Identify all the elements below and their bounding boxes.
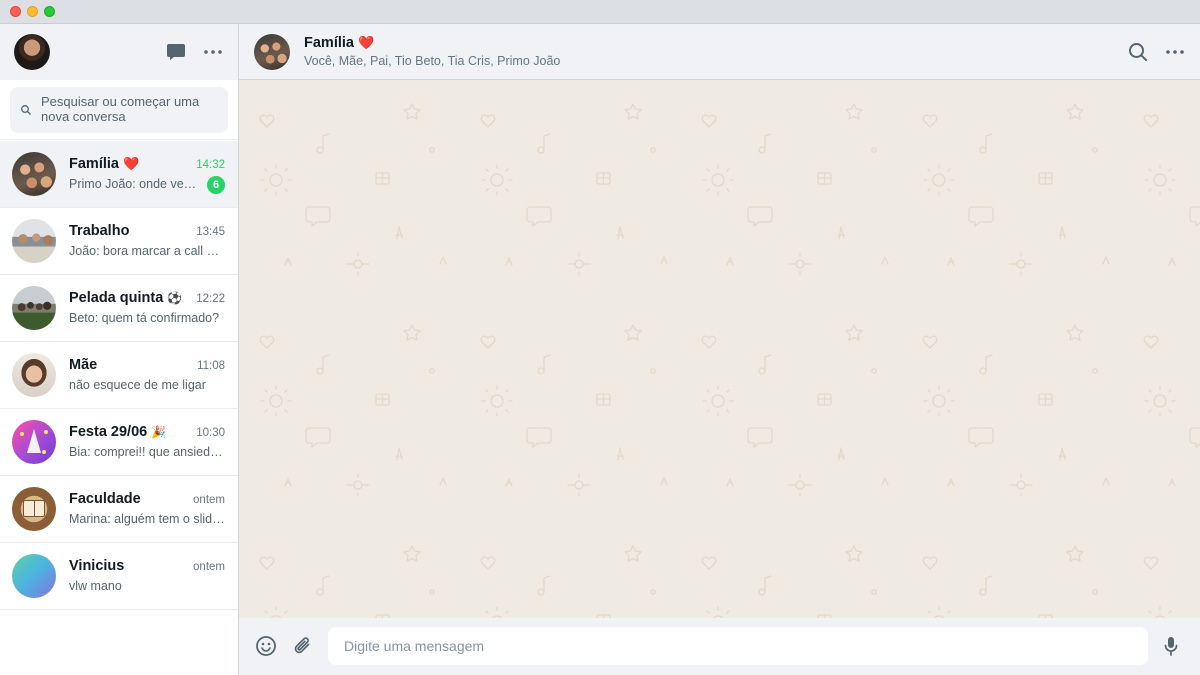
window-titlebar (0, 0, 1200, 24)
sidebar: Pesquisar ou começar uma nova conversa F… (0, 24, 239, 675)
chat-preview: Primo João: onde vem mais gente? (69, 177, 202, 191)
close-window-button[interactable] (10, 6, 21, 17)
menu-dots-icon (204, 50, 222, 54)
chat-name-text: Festa 29/06 (69, 424, 148, 440)
avatar (12, 353, 56, 397)
heart-emoji: ❤️ (358, 35, 375, 50)
message-input[interactable] (328, 627, 1148, 665)
chat-time: 11:08 (197, 360, 225, 372)
search-placeholder: Pesquisar ou começar uma nova conversa (41, 94, 200, 124)
confetti-dot (20, 432, 24, 436)
menu-dots-icon (1166, 50, 1184, 54)
conversation-menu-button[interactable] (1163, 40, 1187, 64)
group-avatar[interactable] (254, 34, 290, 70)
search-icon (21, 105, 31, 115)
chat-time: 13:45 (196, 226, 225, 238)
chat-icon (167, 44, 185, 60)
chat-name: Trabalho (69, 223, 130, 239)
chat-list: Família ❤️ 14:32 Primo João: onde vem ma… (0, 141, 238, 610)
my-profile-avatar[interactable] (14, 34, 50, 70)
conversation-title-text: Família (304, 35, 354, 51)
search-input[interactable]: Pesquisar ou começar uma nova conversa (10, 87, 228, 133)
mic-icon (1164, 637, 1178, 656)
attach-button[interactable] (291, 634, 315, 658)
sidebar-header (0, 24, 238, 80)
emoji-button[interactable] (254, 634, 278, 658)
chat-name: Família ❤️ (69, 156, 139, 172)
chat-name: Vinicius (69, 558, 125, 574)
chat-time: ontem (193, 494, 225, 506)
minimize-window-button[interactable] (27, 6, 38, 17)
chat-item-faculdade[interactable]: Faculdade ontem Marina: alguém tem o sli… (0, 476, 238, 543)
party-hat-icon (27, 429, 41, 453)
chat-time: ontem (193, 561, 225, 573)
chat-item-trabalho[interactable]: Trabalho 13:45 João: bora marcar a call … (0, 208, 238, 275)
avatar (12, 152, 56, 196)
chat-item-mae[interactable]: Mãe 11:08 não esquece de me ligar (0, 342, 238, 409)
search-messages-button[interactable] (1126, 40, 1150, 64)
message-composer (239, 618, 1200, 675)
chat-name-text: Pelada quinta (69, 290, 164, 306)
chat-name-text: Família (69, 156, 119, 172)
party-emoji: 🎉 (151, 425, 167, 439)
chat-item-familia[interactable]: Família ❤️ 14:32 Primo João: onde vem ma… (0, 141, 238, 208)
avatar (12, 286, 56, 330)
conversation-panel: Família ❤️ Você, Mãe, Pai, Tio Beto, Tia… (239, 24, 1200, 675)
search-icon (1129, 43, 1147, 61)
chat-preview: Beto: quem tá confirmado? (69, 311, 220, 325)
chat-name: Pelada quinta ⚽ (69, 290, 182, 306)
voice-message-button[interactable] (1159, 634, 1183, 658)
new-chat-button[interactable] (164, 40, 188, 64)
chat-preview: vlw mano (69, 579, 122, 593)
wallpaper-doodle-pattern (239, 80, 1200, 618)
chat-preview: João: bora marcar a call amanhã? (69, 244, 226, 258)
chat-name: Festa 29/06 🎉 (69, 424, 166, 440)
chat-preview: Bia: comprei!! que ansiedade (69, 445, 226, 459)
avatar (12, 420, 56, 464)
chat-preview: Marina: alguém tem o slide da aula? (69, 512, 226, 526)
avatar (12, 219, 56, 263)
unread-badge: 6 (207, 176, 225, 194)
confetti-dot (44, 430, 48, 434)
chat-wallpaper (239, 80, 1200, 618)
heart-emoji: ❤️ (123, 156, 140, 171)
chat-time: 12:22 (196, 293, 225, 305)
avatar (12, 487, 56, 531)
chat-time: 10:30 (196, 427, 225, 439)
search-area: Pesquisar ou começar uma nova conversa (0, 80, 238, 140)
chat-time: 14:32 (196, 159, 225, 171)
group-members: Você, Mãe, Pai, Tio Beto, Tia Cris, Prim… (304, 54, 561, 68)
conversation-header[interactable]: Família ❤️ Você, Mãe, Pai, Tio Beto, Tia… (239, 24, 1200, 80)
conversation-title[interactable]: Família ❤️ (304, 35, 374, 51)
zoom-window-button[interactable] (44, 6, 55, 17)
chat-item-vinicius[interactable]: Vinicius ontem vlw mano (0, 543, 238, 610)
chat-name: Faculdade (69, 491, 141, 507)
attach-icon (294, 637, 310, 654)
avatar (12, 554, 56, 598)
chat-preview: não esquece de me ligar (69, 378, 206, 392)
book-icon (23, 500, 45, 517)
emoji-icon (256, 636, 276, 656)
chat-item-festa[interactable]: Festa 29/06 🎉 10:30 Bia: comprei!! que a… (0, 409, 238, 476)
chat-name: Mãe (69, 357, 98, 373)
sidebar-menu-button[interactable] (201, 40, 225, 64)
soccer-ball-emoji: ⚽ (167, 291, 183, 305)
confetti-dot (42, 450, 46, 454)
chat-item-pelada-quinta[interactable]: Pelada quinta ⚽ 12:22 Beto: quem tá conf… (0, 275, 238, 342)
